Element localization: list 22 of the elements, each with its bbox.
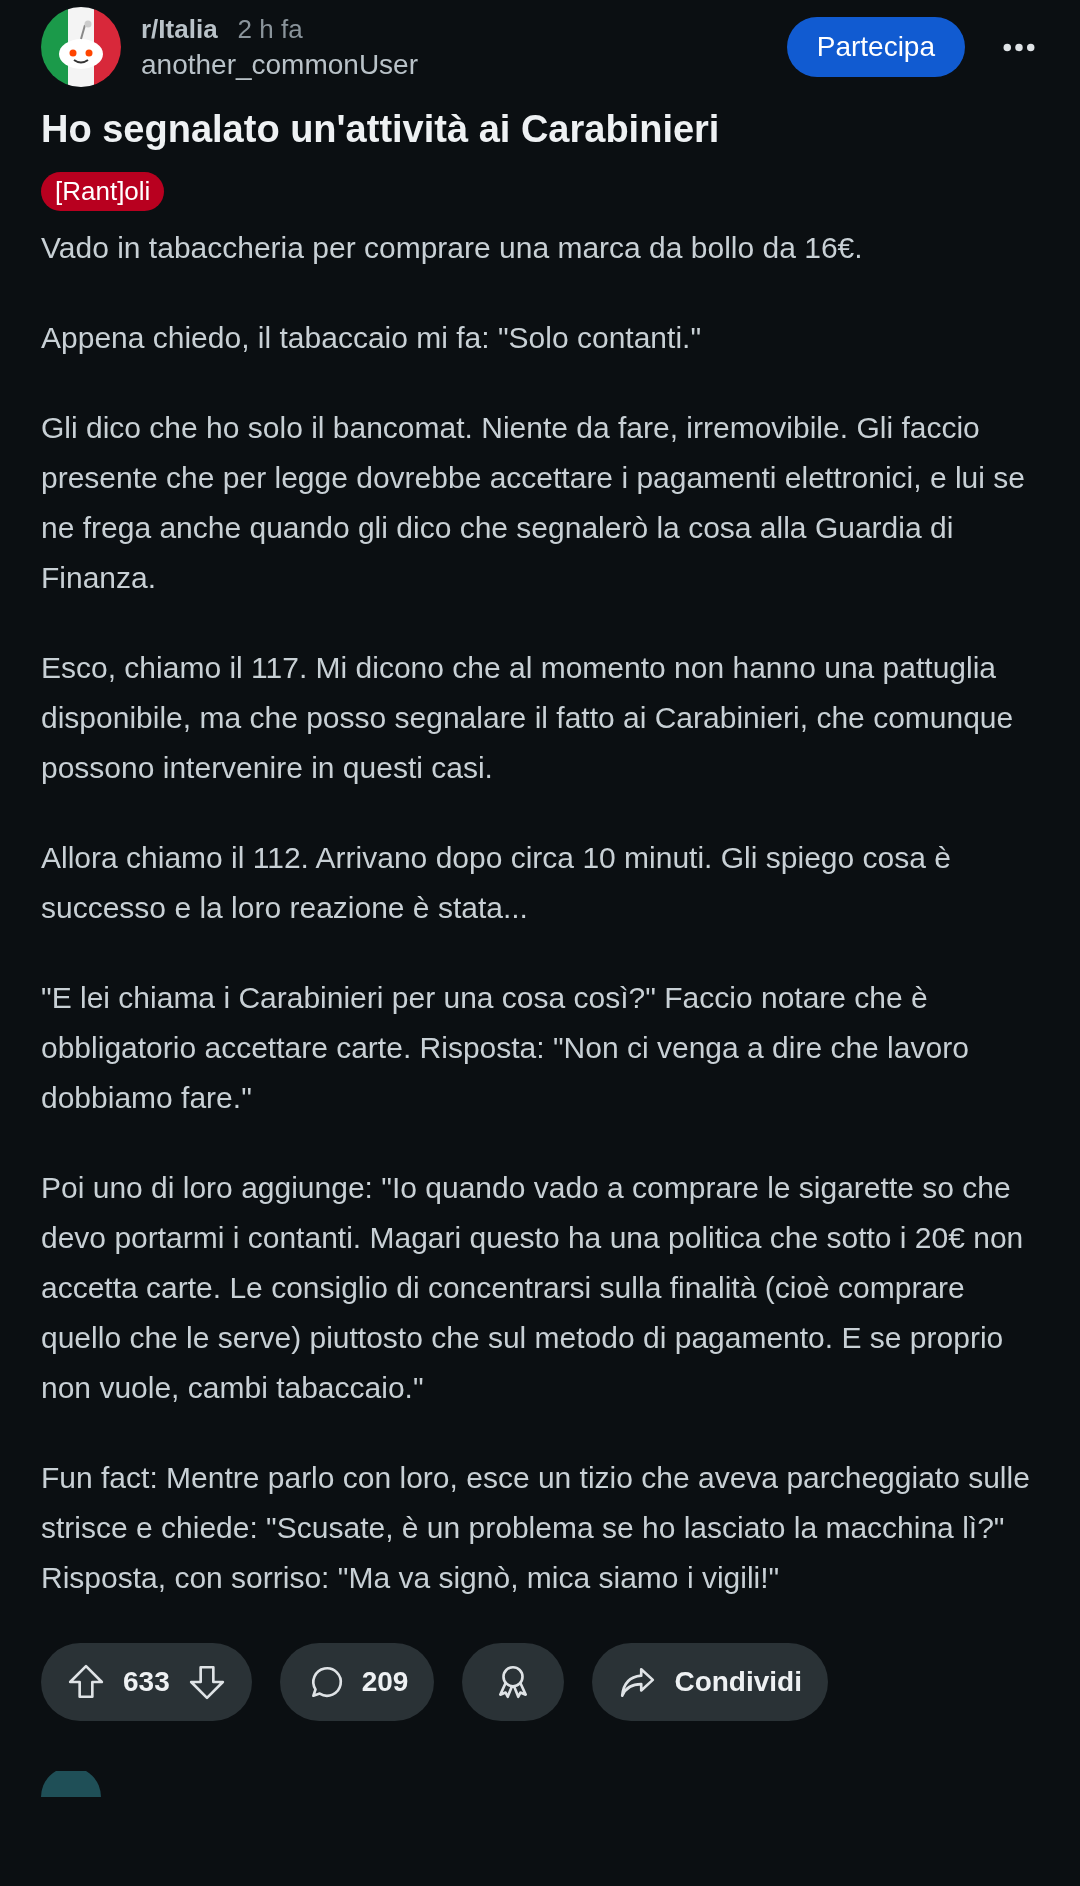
post-paragraph: Fun fact: Mentre parlo con loro, esce un tizio che aveva parcheggiato sulle strisce e chiede: "Scusate, è un problema se ho lasciato la macchina lì?" Risposta, con sorriso: "Ma va signò, mica siamo i vigili!" [41,1460,1031,1596]
vote-count: 633 [123,1666,170,1698]
avatar-icon [41,1771,101,1797]
post-paragraph: Gli dico che ho solo il bancomat. Niente da fare, irremovibile. Gli faccio presente che per legge dovrebbe accettare i pagamenti elettronici, e lui se ne frega anche quando gli dico che segnalerò la cosa alla Guardia di Finanza. [41,410,1026,596]
post-flair[interactable]: [Rant]oli [41,172,165,211]
post-paragraph: Appena chiedo, il tabaccaio mi fa: "Solo contanti." [41,320,703,356]
post-title: Ho segnalato un'attività ai Carabinieri [41,107,721,152]
subreddit-name[interactable]: r/Italia [141,13,218,45]
post-paragraph: Poi uno di loro aggiunge: "Io quando vado a comprare le sigarette so che devo portarmi i contanti. Magari questo ha una politica che sotto i 20€ non accetta carte. Le consiglio di concentrarsi sulla finalità (cioè comprare quello che le serve) piuttosto che sul metodo di pagamento. E se proprio non vuole, cambi tabaccaio." [41,1170,1025,1406]
post-paragraph: "E lei chiama i Carabinieri per una cosa così?" Faccio notare che è obbligatorio accettare carte. Risposta: "Non ci venga a dire che lavoro dobbiamo fare." [41,980,970,1116]
post-paragraph: Allora chiamo il 112. Arrivano dopo circa 10 minuti. Gli spiego cosa è successo e la loro reazione è stata... [41,840,952,926]
post-paragraph: Esco, chiamo il 117. Mi dicono che al momento non hanno una pattuglia disponibile, ma che posso segnalare il fatto ai Carabinieri, che comunque possono intervenire in questi casi. [41,650,1015,786]
comments-button[interactable]: 209 [279,1643,435,1721]
upvote-icon[interactable] [67,1663,105,1701]
more-options-icon[interactable] [1003,42,1035,52]
subreddit-avatar-icon[interactable] [41,7,121,87]
author-name[interactable]: another_commonUser [141,48,787,81]
post-time: 2 h fa [237,13,303,45]
downvote-icon[interactable] [187,1663,226,1701]
share-button[interactable]: Condividi [592,1643,828,1721]
join-button[interactable]: Partecipa [786,17,965,77]
post-paragraph: Vado in tabaccheria per comprare una marca da bollo da 16€. [41,230,864,266]
